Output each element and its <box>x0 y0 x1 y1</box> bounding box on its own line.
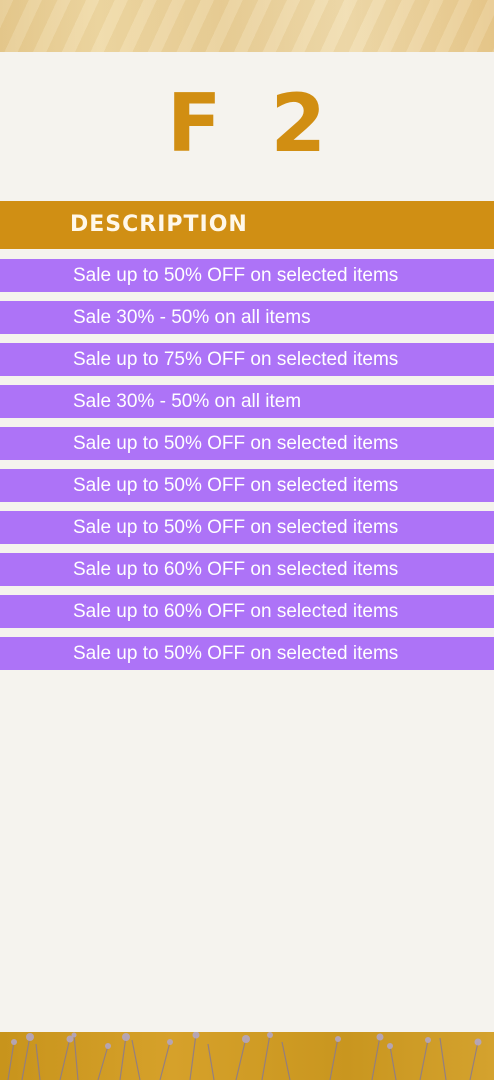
list-item-label: Sale up to 50% OFF on selected items <box>73 517 399 538</box>
list-item-label: Sale up to 50% OFF on selected items <box>73 265 399 286</box>
list-item-label: Sale 30% - 50% on all item <box>73 391 302 412</box>
list-item[interactable]: Sale up to 50% OFF on selected items <box>0 259 494 292</box>
description-header: DESCRIPTION <box>0 201 494 249</box>
list-item-label: Sale up to 60% OFF on selected items <box>73 559 399 580</box>
bottom-decorative-banner <box>0 1032 494 1080</box>
top-decorative-banner <box>0 0 494 52</box>
directory-page: F2 DESCRIPTION Sale up to 50% OFF on sel… <box>0 0 494 1080</box>
list-item[interactable]: Sale 30% - 50% on all item <box>0 385 494 418</box>
list-item[interactable]: Sale up to 60% OFF on selected items <box>0 595 494 628</box>
list-item[interactable]: Sale up to 50% OFF on selected items <box>0 511 494 544</box>
list-item[interactable]: Sale up to 50% OFF on selected items <box>0 637 494 670</box>
list-item-label: Sale up to 50% OFF on selected items <box>73 433 399 454</box>
list-item-label: Sale up to 75% OFF on selected items <box>73 349 399 370</box>
list-item[interactable]: Sale up to 60% OFF on selected items <box>0 553 494 586</box>
list-item-label: Sale 30% - 50% on all items <box>73 307 311 328</box>
floor-number: 2 <box>270 77 328 170</box>
list-item[interactable]: Sale up to 50% OFF on selected items <box>0 427 494 460</box>
list-item[interactable]: Sale up to 75% OFF on selected items <box>0 343 494 376</box>
list-item[interactable]: Sale 30% - 50% on all items <box>0 301 494 334</box>
floor-letter: F <box>166 77 223 170</box>
dried-flowers-decoration <box>7 1032 482 1080</box>
list-item-label: Sale up to 60% OFF on selected items <box>73 601 399 622</box>
list-item-label: Sale up to 50% OFF on selected items <box>73 643 399 664</box>
list-item[interactable]: Sale up to 50% OFF on selected items <box>0 469 494 502</box>
list-item-label: Sale up to 50% OFF on selected items <box>73 475 399 496</box>
floor-title: F2 <box>0 82 494 166</box>
description-header-label: DESCRIPTION <box>70 212 248 237</box>
